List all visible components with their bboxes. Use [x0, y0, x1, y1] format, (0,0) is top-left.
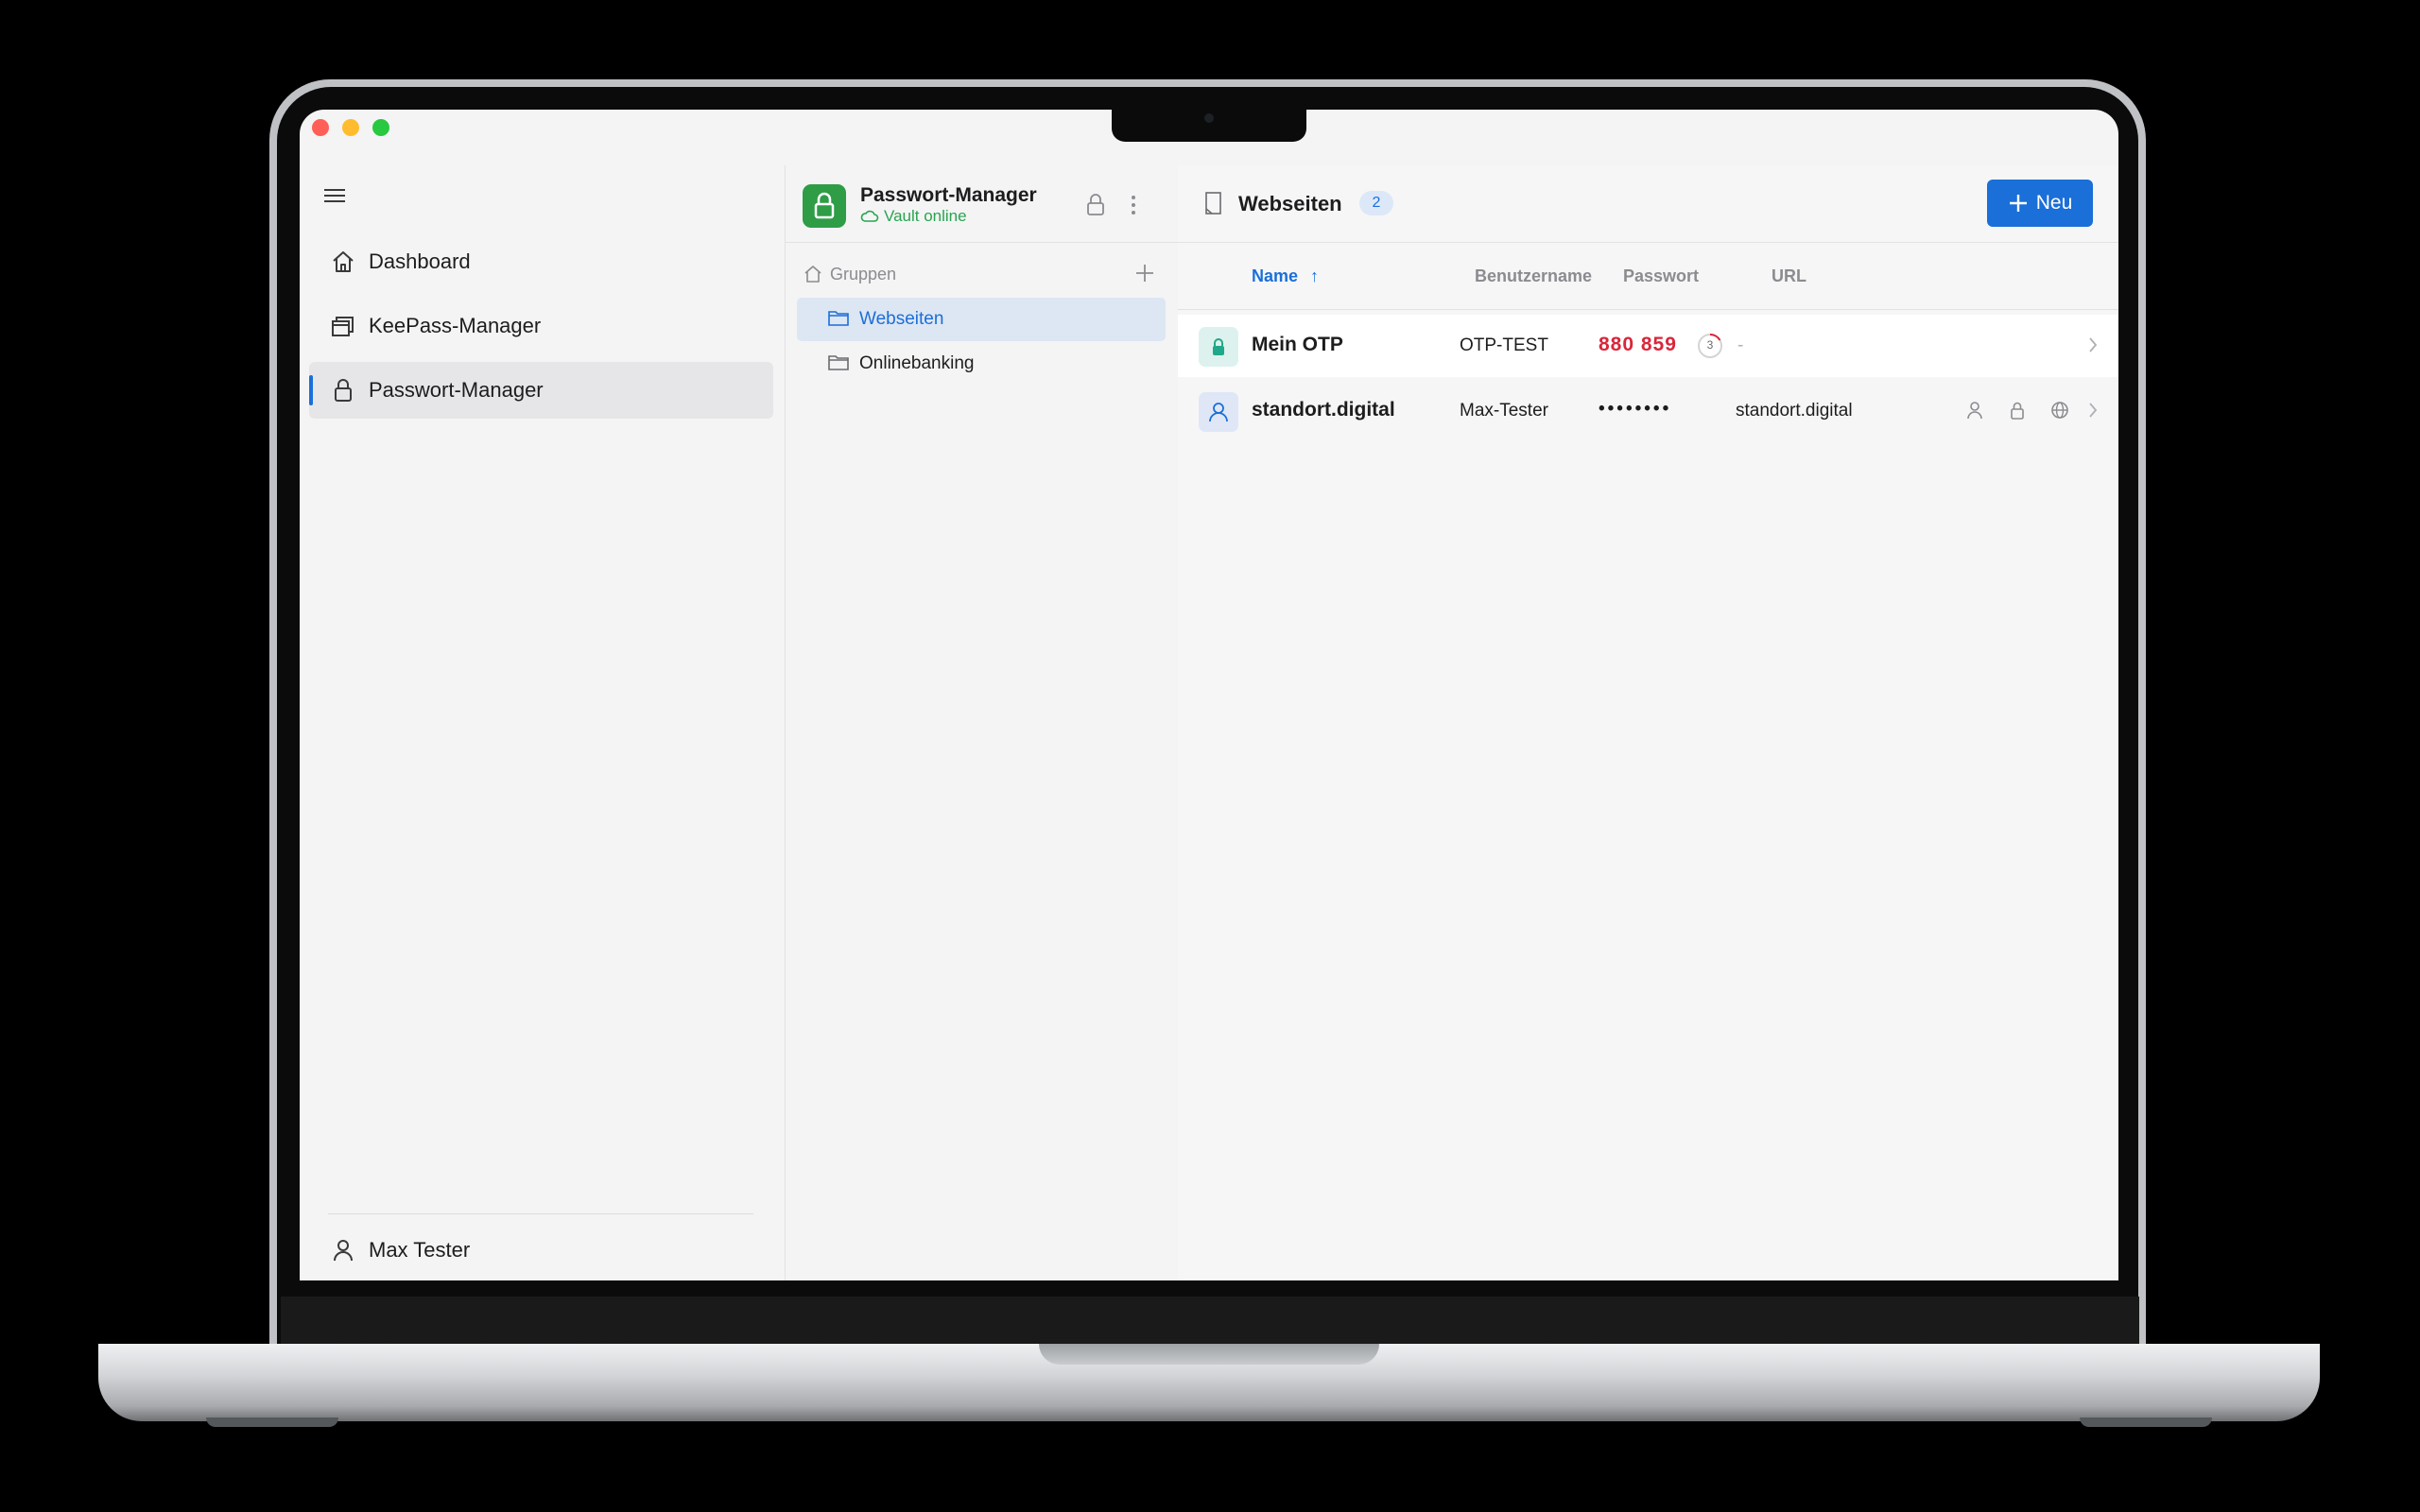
active-indicator: [309, 375, 313, 405]
lock-icon: [330, 377, 356, 404]
otp-code[interactable]: 880 859: [1599, 334, 1677, 356]
entry-count-badge: 2: [1359, 191, 1393, 215]
divider: [786, 242, 1178, 243]
divider: [328, 1213, 753, 1214]
folder-icon: [827, 308, 850, 332]
user-icon: [330, 1237, 356, 1263]
user-icon: [1199, 392, 1238, 432]
folder-icon: [827, 352, 850, 376]
more-options-icon[interactable]: [1126, 192, 1141, 218]
document-icon: [1204, 190, 1223, 216]
laptop-foot-left: [206, 1418, 338, 1427]
otp-timer-value: 3: [1706, 338, 1714, 352]
chevron-right-icon: [2087, 335, 2099, 359]
otp-timer: 3: [1696, 332, 1724, 360]
sidebar-item-dashboard[interactable]: Dashboard: [309, 233, 773, 290]
user-name: Max Tester: [369, 1238, 471, 1262]
groups-panel: Passwort-Manager Vault online Gruppen We…: [785, 165, 1179, 1280]
sidebar-item-label: KeePass-Manager: [369, 314, 542, 337]
column-header-password[interactable]: Passwort: [1623, 266, 1699, 286]
entry-url: -: [1737, 335, 1744, 355]
entry-name: Mein OTP: [1252, 334, 1343, 355]
column-header-name[interactable]: Name ↑: [1252, 266, 1319, 286]
divider: [1178, 309, 2118, 310]
otp-icon: [1199, 327, 1238, 367]
table-row[interactable]: Mein OTP OTP-TEST 880 859 3 -: [1178, 315, 2118, 377]
copy-username-icon[interactable]: [1964, 400, 1985, 425]
list-title: Webseiten: [1238, 192, 1342, 215]
lock-vault-icon[interactable]: [1084, 192, 1107, 218]
vault-lock-icon: [803, 184, 846, 228]
add-group-button[interactable]: [1133, 262, 1156, 284]
laptop-opening-notch: [1039, 1344, 1379, 1365]
entry-name: standort.digital: [1252, 399, 1395, 421]
menu-icon[interactable]: [322, 185, 347, 206]
divider: [1178, 242, 2118, 243]
new-entry-label: Neu: [2035, 192, 2073, 214]
laptop-chin: [281, 1297, 2139, 1348]
cloud-icon: [860, 210, 879, 222]
entry-username: Max-Tester: [1460, 401, 1548, 421]
plus-icon: [2009, 195, 2027, 212]
close-window-button[interactable]: [312, 119, 329, 136]
new-entry-button[interactable]: Neu: [1987, 180, 2093, 227]
chevron-right-icon: [2087, 401, 2099, 424]
groups-header: Gruppen: [830, 265, 897, 284]
group-label: Webseiten: [859, 309, 944, 329]
sidebar-item-label: Passwort-Manager: [369, 378, 544, 402]
laptop-foot-right: [2080, 1418, 2212, 1427]
sidebar-item-keepass-manager[interactable]: KeePass-Manager: [309, 298, 773, 354]
vault-title: Passwort-Manager: [860, 184, 1037, 206]
vault-status: Vault online: [860, 207, 967, 226]
minimize-window-button[interactable]: [342, 119, 359, 136]
column-header-url[interactable]: URL: [1772, 266, 1806, 286]
group-item-onlinebanking[interactable]: Onlinebanking: [797, 342, 1166, 386]
open-url-globe-icon[interactable]: [2049, 400, 2070, 425]
sidebar-item-passwort-manager[interactable]: Passwort-Manager: [309, 362, 773, 419]
entry-password-masked: ••••••••: [1599, 399, 1672, 419]
group-item-webseiten[interactable]: Webseiten: [797, 298, 1166, 341]
entry-url: standort.digital: [1736, 401, 1853, 421]
sort-ascending-icon: ↑: [1310, 266, 1320, 285]
home-icon: [330, 249, 356, 275]
sidebar-item-label: Dashboard: [369, 249, 471, 273]
vault-status-text: Vault online: [884, 207, 967, 225]
column-label: Name: [1252, 266, 1299, 285]
windows-icon: [330, 313, 356, 339]
table-row[interactable]: standort.digital Max-Tester •••••••• sta…: [1178, 380, 2118, 442]
column-header-username[interactable]: Benutzername: [1475, 266, 1592, 286]
copy-password-icon[interactable]: [2007, 400, 2028, 425]
zoom-window-button[interactable]: [372, 119, 389, 136]
camera-lens: [1204, 113, 1214, 123]
group-label: Onlinebanking: [859, 353, 975, 373]
user-profile[interactable]: Max Tester: [309, 1222, 773, 1279]
entry-username: OTP-TEST: [1460, 335, 1548, 355]
home-icon: [803, 264, 823, 284]
entries-panel: Webseiten 2 Neu Name ↑ Benutzername Pass…: [1178, 165, 2118, 1280]
sidebar: Dashboard KeePass-Manager Passwort-Manag…: [300, 161, 785, 1280]
